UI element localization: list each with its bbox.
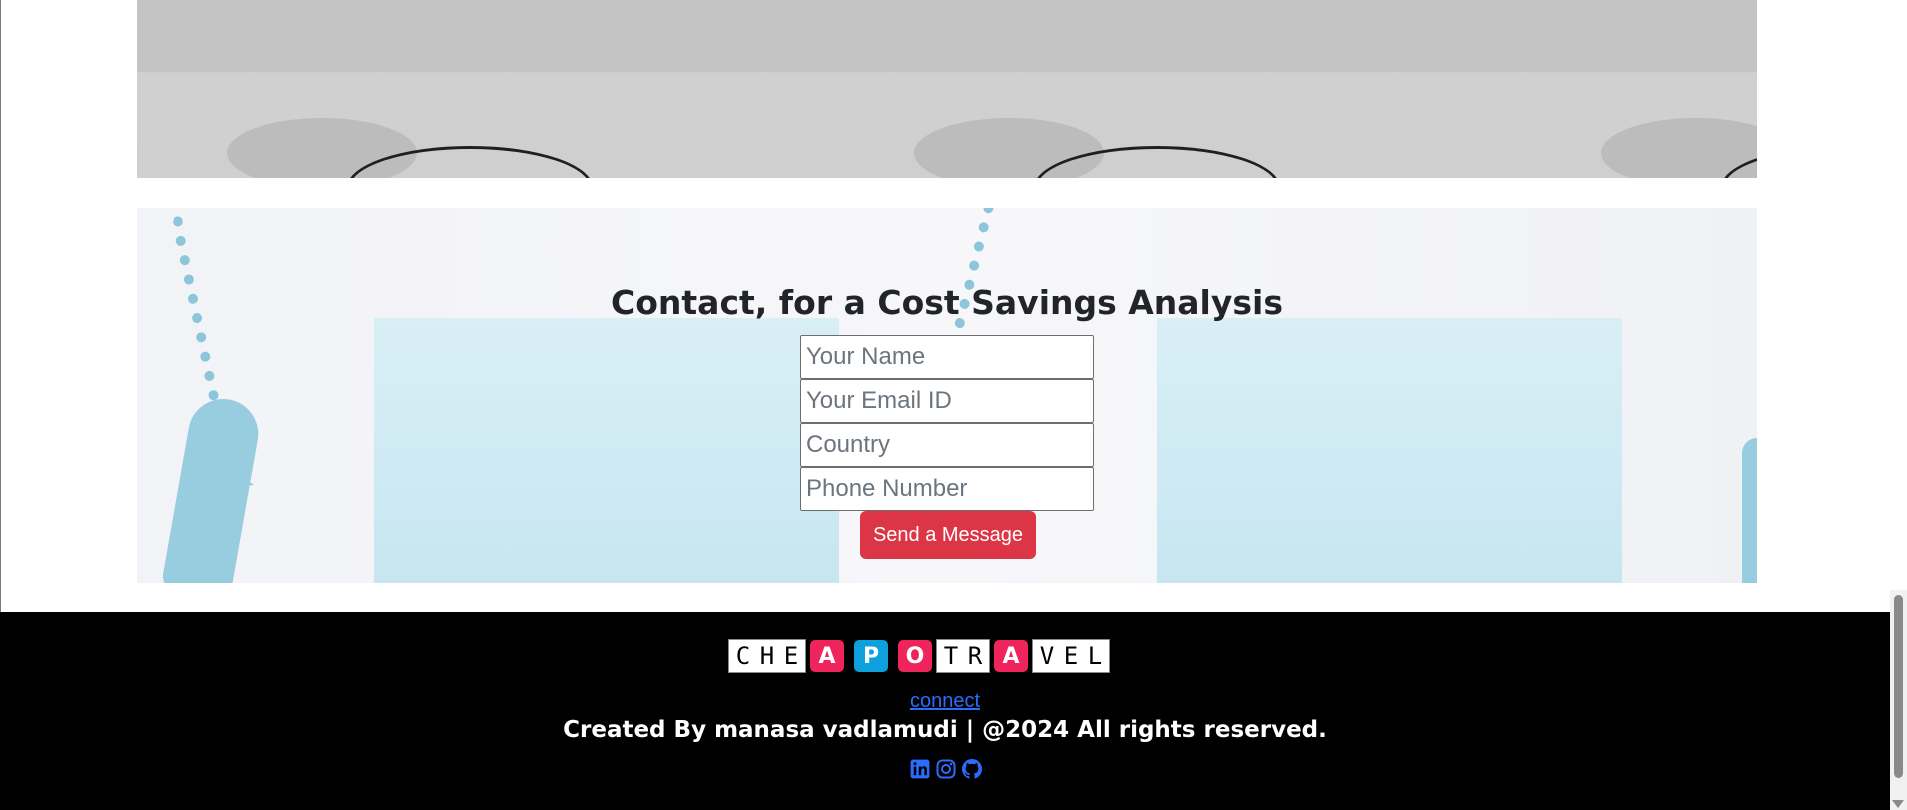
- image-tile: [137, 0, 825, 178]
- contact-section: Contact, for a Cost Savings Analysis Sen…: [137, 208, 1757, 583]
- footer-credits: Created By manasa vadlamudi | @2024 All …: [563, 717, 1327, 743]
- phone-handset-decoration: [160, 393, 264, 583]
- send-message-button[interactable]: Send a Message: [860, 511, 1036, 559]
- logo-text-box: T R: [936, 639, 990, 673]
- social-links: [910, 759, 982, 779]
- background-panel: [374, 318, 839, 583]
- hero-image: [137, 0, 1757, 178]
- contact-title: Contact, for a Cost Savings Analysis: [611, 283, 1283, 322]
- scroll-down-arrow-icon[interactable]: [1892, 800, 1904, 808]
- linkedin-icon[interactable]: [910, 759, 930, 779]
- site-logo[interactable]: C H E A P O T R A V E L: [728, 639, 1110, 673]
- scrollbar-thumb[interactable]: [1894, 595, 1903, 778]
- name-input[interactable]: [800, 335, 1094, 379]
- logo-letter: T: [943, 642, 959, 670]
- instagram-icon[interactable]: [936, 759, 956, 779]
- image-tile: [1511, 0, 1757, 178]
- logo-letter: E: [1063, 642, 1079, 670]
- logo-text-box: C H E: [728, 639, 806, 673]
- logo-letter: L: [1087, 642, 1103, 670]
- country-input[interactable]: [800, 423, 1094, 467]
- phone-input[interactable]: [800, 467, 1094, 511]
- page-left-border: [0, 0, 1, 612]
- github-icon[interactable]: [962, 759, 982, 779]
- page-scrollbar[interactable]: [1890, 590, 1907, 810]
- logo-text-box: V E L: [1032, 639, 1110, 673]
- logo-badge: P: [854, 640, 888, 672]
- contact-form: Send a Message: [800, 335, 1094, 559]
- logo-letter: C: [735, 642, 751, 670]
- logo-letter: V: [1039, 642, 1055, 670]
- footer: C H E A P O T R A V E L connect Created …: [0, 612, 1890, 810]
- background-panel: [1157, 318, 1622, 583]
- logo-letter: R: [967, 642, 983, 670]
- logo-badge: A: [994, 640, 1028, 672]
- logo-badge: A: [810, 640, 844, 672]
- image-tile: [824, 0, 1512, 178]
- phone-handset-decoration: [1742, 438, 1757, 583]
- logo-badge: O: [898, 640, 932, 672]
- logo-letter: H: [759, 642, 775, 670]
- email-input[interactable]: [800, 379, 1094, 423]
- logo-letter: E: [783, 642, 799, 670]
- connect-link[interactable]: connect: [0, 690, 1890, 713]
